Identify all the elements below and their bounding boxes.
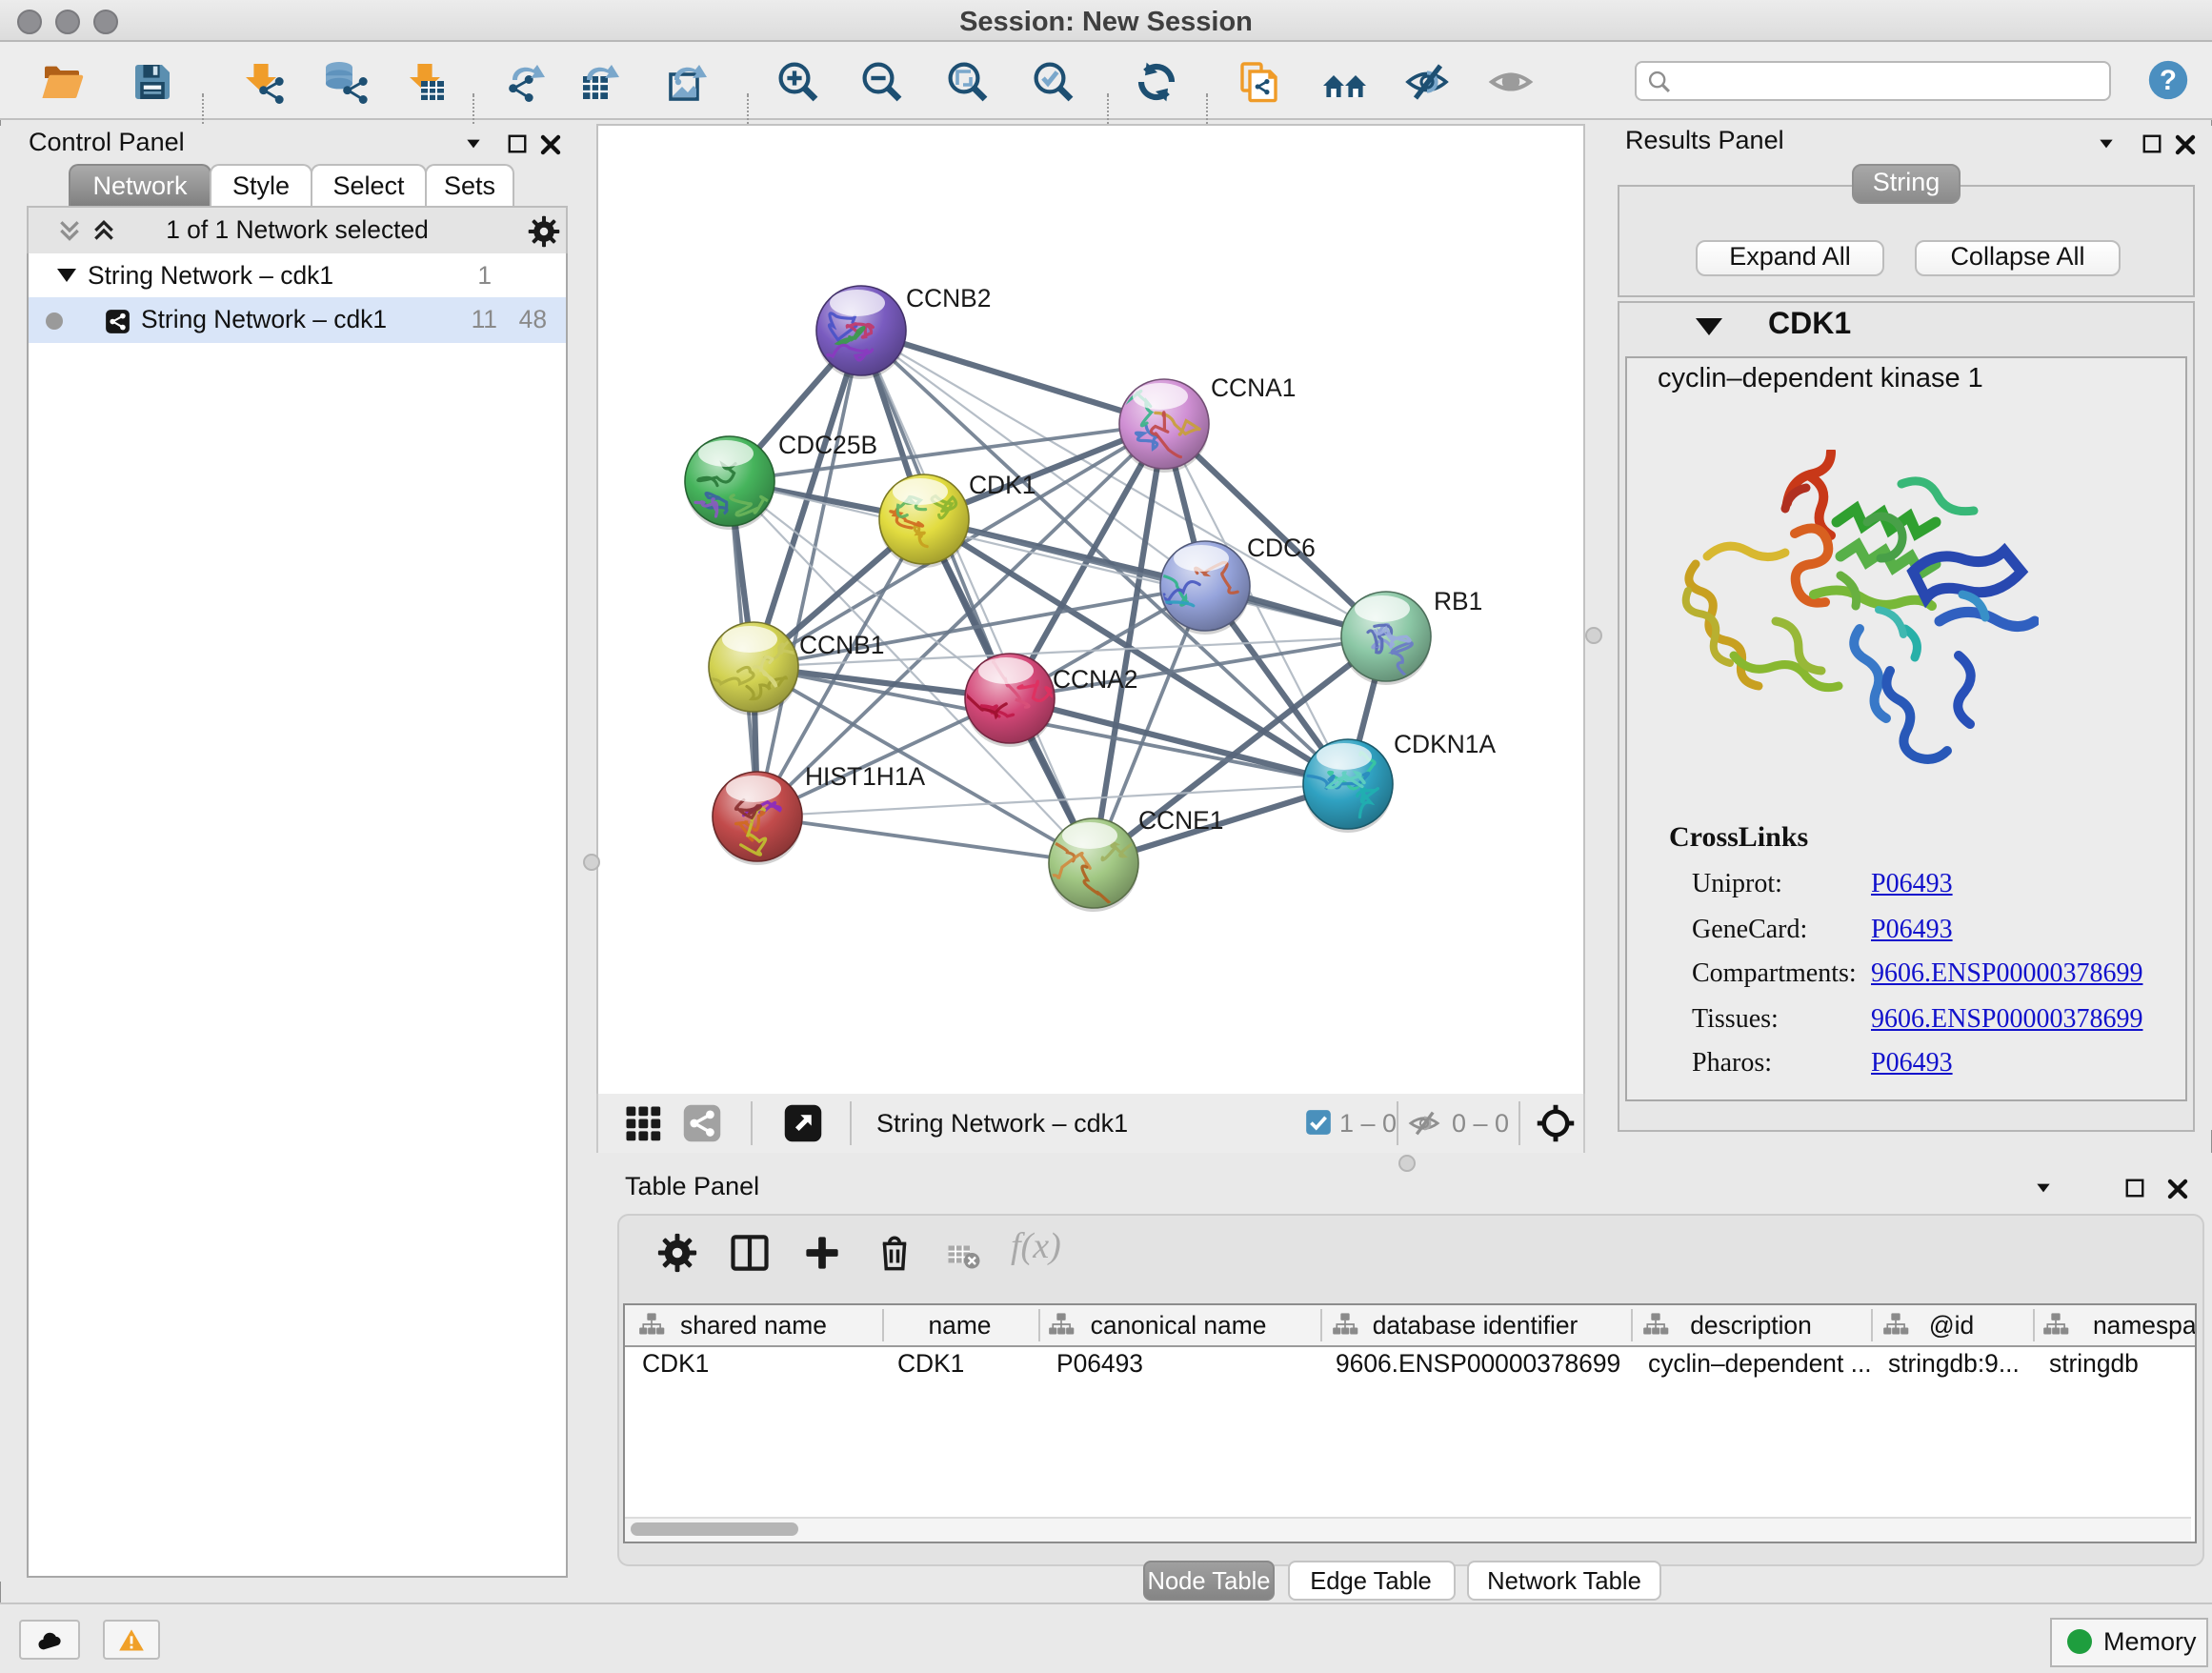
svg-text:RB1: RB1 [1434,587,1482,615]
svg-text:CCNA2: CCNA2 [1053,665,1137,694]
svg-text:CCNE1: CCNE1 [1138,806,1223,835]
svg-text:HIST1H1A: HIST1H1A [805,762,926,791]
svg-text:CDK1: CDK1 [969,471,1036,499]
svg-text:CDC25B: CDC25B [778,431,877,459]
svg-text:CDC6: CDC6 [1247,534,1316,562]
svg-text:CCNA1: CCNA1 [1211,373,1296,402]
svg-text:CCNB1: CCNB1 [799,631,884,659]
svg-text:CCNB2: CCNB2 [906,284,991,312]
svg-text:CDKN1A: CDKN1A [1394,730,1496,758]
svg-text:?: ? [2160,65,2177,96]
